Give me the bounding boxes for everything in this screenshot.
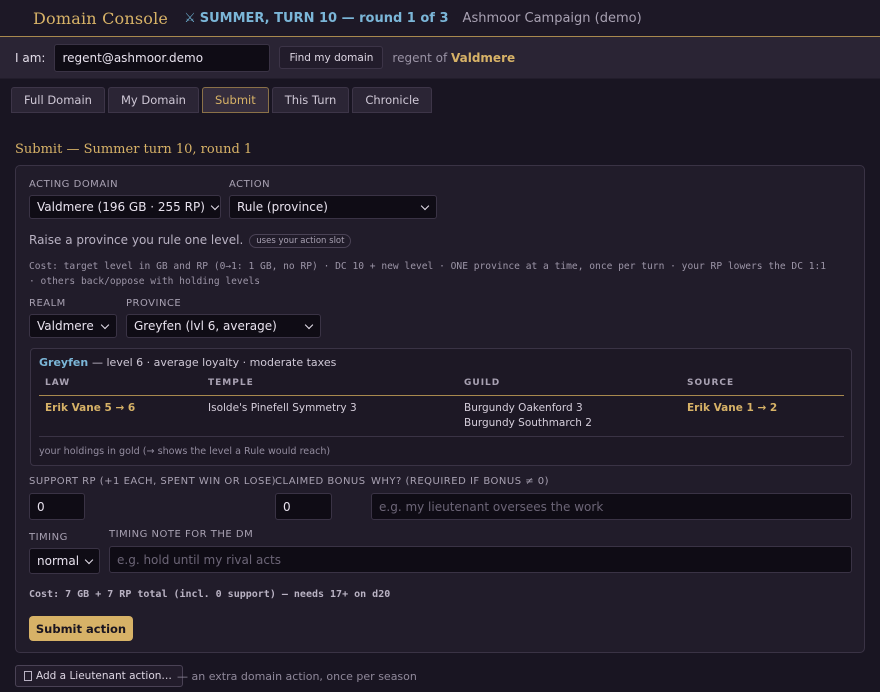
- identity-bar: I am: Find my domain regent of Valdmere: [0, 37, 880, 79]
- claimed-bonus-label: CLAIMED BONUS: [275, 476, 366, 487]
- province-summary: Greyfen — level 6 · average loyalty · mo…: [39, 355, 336, 369]
- col-temple: TEMPLE: [208, 378, 254, 388]
- tab-this-turn[interactable]: This Turn: [271, 87, 350, 113]
- col-guild: GUILD: [464, 378, 501, 388]
- chevron-down-icon: [211, 203, 213, 211]
- chevron-down-icon: [85, 557, 92, 565]
- submit-action-button[interactable]: Submit action: [29, 616, 133, 641]
- turn-indicator: SUMMER, TURN 10 — round 1 of 3: [199, 10, 449, 26]
- table-header-divider: [39, 395, 844, 396]
- section-title: Submit — Summer turn 10, round 1: [15, 142, 253, 157]
- timing-label: TIMING: [29, 532, 68, 543]
- support-rp-input[interactable]: 0: [29, 493, 85, 520]
- app-title: Domain Console: [33, 8, 169, 28]
- timing-note-input[interactable]: e.g. hold until my rival acts: [109, 546, 852, 573]
- holdings-note: your holdings in gold (→ shows the level…: [39, 446, 331, 457]
- province-select[interactable]: Greyfen (lvl 6, average): [126, 314, 321, 338]
- total-cost: Cost: 7 GB + 7 RP total (incl. 0 support…: [29, 589, 391, 600]
- realm-select[interactable]: Valdmere: [29, 314, 117, 338]
- action-cost-rules: Cost: target level in GB and RP (0→1: 1 …: [29, 261, 827, 287]
- source-holding: Erik Vane 1 → 2: [687, 402, 778, 414]
- province-label: PROVINCE: [126, 298, 182, 309]
- email-input[interactable]: [54, 43, 271, 72]
- action-slot-badge: uses your action slot: [249, 234, 352, 248]
- campaign-name: Ashmoor Campaign (demo): [462, 10, 642, 26]
- temple-holding: Isolde's Pinefell Symmetry 3: [208, 402, 357, 414]
- regent-status: regent of Valdmere: [392, 50, 516, 65]
- iam-label: I am:: [15, 50, 46, 65]
- province-name: Greyfen: [39, 356, 89, 369]
- document-icon: [24, 671, 32, 681]
- table-bottom-divider: [39, 436, 844, 437]
- tab-bar: Full Domain My Domain Submit This Turn C…: [11, 87, 435, 113]
- col-source: SOURCE: [687, 378, 735, 388]
- top-bar: Domain Console ⚔ SUMMER, TURN 10 — round…: [0, 0, 880, 37]
- add-lieutenant-button[interactable]: Add a Lieutenant action…: [15, 665, 183, 687]
- province-card: Greyfen — level 6 · average loyalty · mo…: [30, 348, 852, 466]
- guild-holdings: Burgundy Oakenford 3 Burgundy Southmarch…: [464, 402, 592, 429]
- support-rp-label: SUPPORT RP (+1 EACH, SPENT WIN OR LOSE): [29, 476, 277, 487]
- regent-domain: Valdmere: [451, 50, 516, 65]
- timing-note-label: TIMING NOTE FOR THE DM: [109, 529, 254, 540]
- province-details: — level 6 · average loyalty · moderate t…: [92, 356, 337, 369]
- action-description: Raise a province you rule one level. uses…: [29, 233, 352, 248]
- realm-label: REALM: [29, 298, 66, 309]
- tab-chronicle[interactable]: Chronicle: [352, 87, 433, 113]
- why-input[interactable]: e.g. my lieutenant oversees the work: [371, 493, 852, 520]
- action-label: ACTION: [229, 179, 271, 190]
- tab-full-domain[interactable]: Full Domain: [11, 87, 105, 113]
- claimed-bonus-input[interactable]: 0: [275, 493, 332, 520]
- chevron-down-icon: [421, 203, 429, 211]
- acting-domain-select[interactable]: Valdmere (196 GB · 255 RP): [29, 195, 221, 219]
- timing-select[interactable]: normal: [29, 548, 100, 574]
- submit-panel: ACTING DOMAIN Valdmere (196 GB · 255 RP)…: [15, 165, 865, 653]
- why-label: WHY? (REQUIRED IF BONUS ≠ 0): [371, 476, 550, 487]
- chevron-down-icon: [305, 322, 313, 330]
- tab-submit[interactable]: Submit: [201, 87, 269, 113]
- find-domain-button[interactable]: Find my domain: [279, 46, 384, 69]
- tab-my-domain[interactable]: My Domain: [107, 87, 199, 113]
- law-holding: Erik Vane 5 → 6: [45, 402, 136, 414]
- col-law: LAW: [45, 378, 71, 388]
- crossed-swords-icon: ⚔: [184, 10, 196, 26]
- chevron-down-icon: [101, 322, 109, 330]
- action-select[interactable]: Rule (province): [229, 195, 437, 219]
- lieutenant-note: — an extra domain action, once per seaso…: [177, 670, 417, 683]
- acting-domain-label: ACTING DOMAIN: [29, 179, 119, 190]
